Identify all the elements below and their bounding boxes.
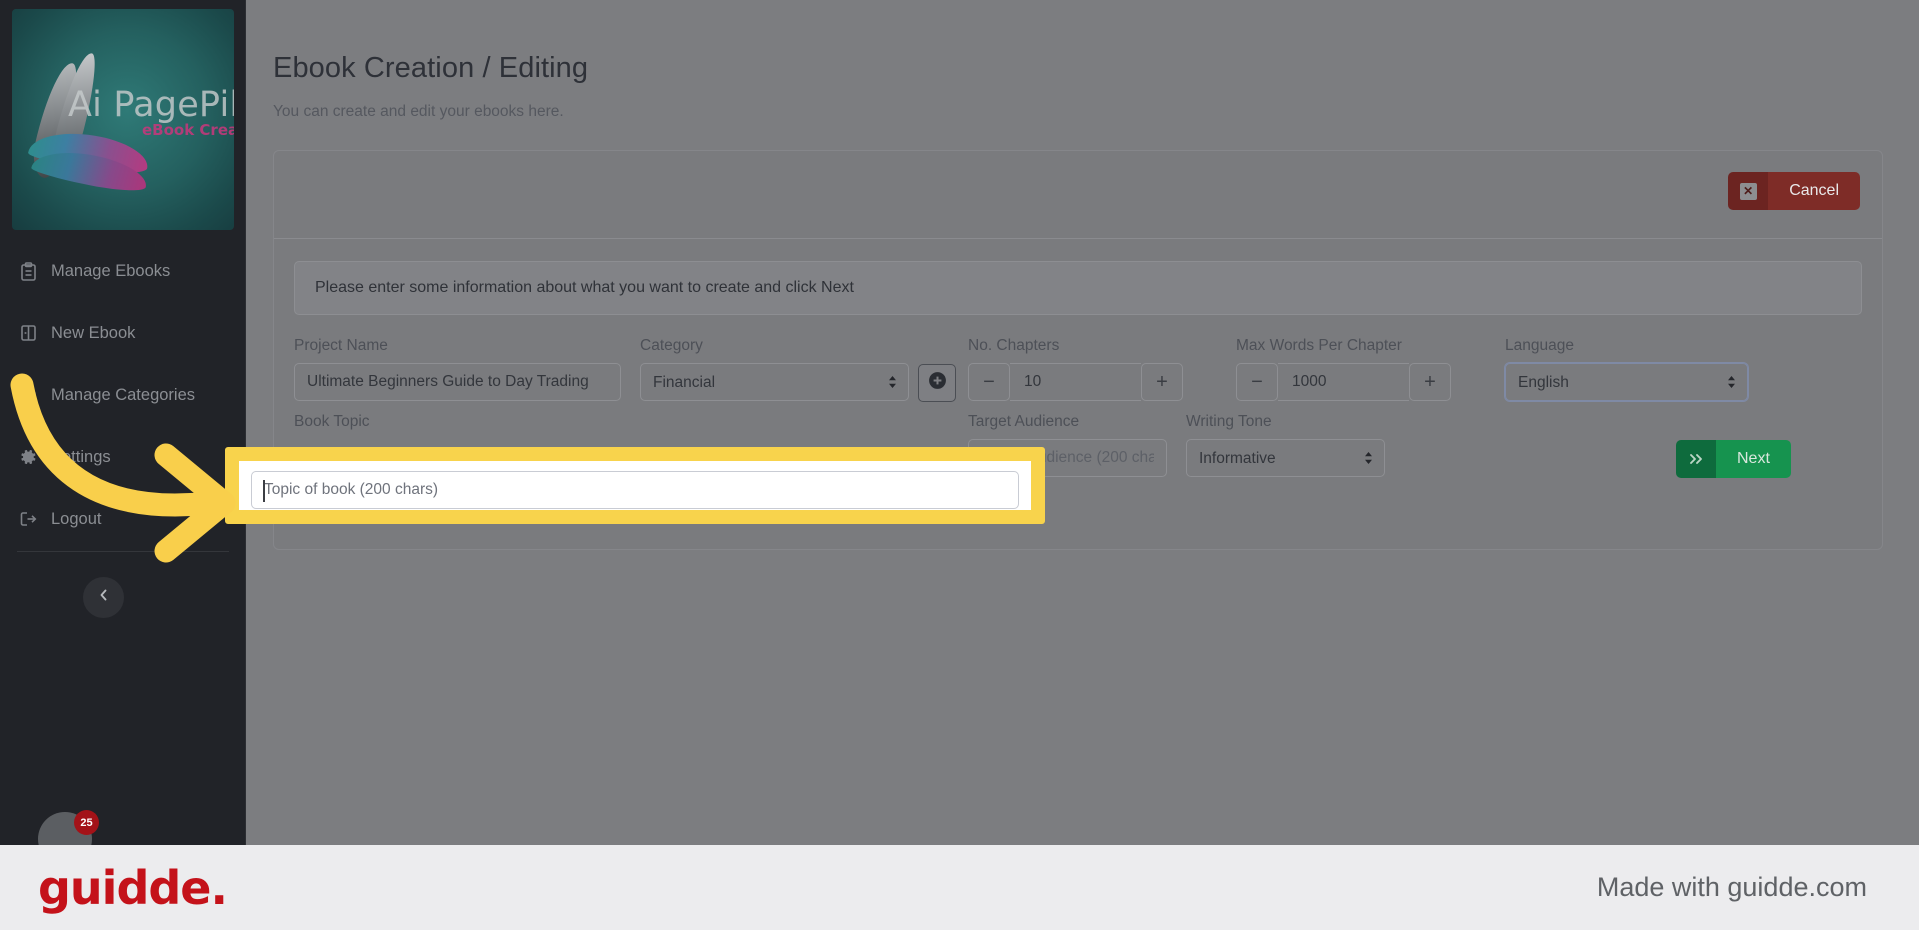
language-select-wrap: English bbox=[1505, 363, 1748, 401]
guidde-logo: guidde. bbox=[38, 860, 228, 915]
text-caret bbox=[263, 480, 265, 502]
no-chapters-stepper: − 10 + bbox=[968, 363, 1183, 401]
field-label: Category bbox=[640, 337, 703, 354]
book-icon bbox=[17, 323, 39, 343]
add-category-button[interactable] bbox=[918, 364, 956, 402]
next-button[interactable]: Next bbox=[1676, 440, 1791, 478]
cancel-button-label: Cancel bbox=[1768, 172, 1860, 210]
sidebar-item-new-ebook[interactable]: New Ebook bbox=[0, 302, 245, 364]
field-label: Language bbox=[1505, 337, 1574, 354]
language-select[interactable]: English bbox=[1505, 363, 1748, 401]
no-chapters-decrement-button[interactable]: − bbox=[968, 363, 1010, 401]
page-subtitle: You can create and edit your ebooks here… bbox=[273, 103, 564, 120]
folder-icon bbox=[17, 385, 39, 405]
avatar-badge: 25 bbox=[74, 810, 99, 835]
sidebar-item-label: Logout bbox=[51, 509, 102, 528]
field-label: Max Words Per Chapter bbox=[1236, 337, 1402, 354]
max-words-stepper: − 1000 + bbox=[1236, 363, 1451, 401]
cancel-button[interactable]: ✕ Cancel bbox=[1728, 172, 1860, 210]
sidebar-item-settings[interactable]: Settings bbox=[0, 426, 245, 488]
main-content: Ebook Creation / Editing You can create … bbox=[225, 0, 1919, 845]
sidebar: Ai PagePilot eBook Creator. Manage Ebook… bbox=[0, 0, 246, 845]
sidebar-collapse-button[interactable] bbox=[83, 577, 124, 618]
field-project-name: Project Name bbox=[294, 337, 621, 401]
field-label: Project Name bbox=[294, 337, 388, 354]
page-title: Ebook Creation / Editing bbox=[273, 52, 589, 84]
sidebar-item-manage-categories[interactable]: Manage Categories bbox=[0, 364, 245, 426]
book-topic-input[interactable]: Topic of book (200 chars) bbox=[251, 471, 1019, 509]
app-shell: Ai PagePilot eBook Creator. Manage Ebook… bbox=[0, 0, 1919, 845]
sidebar-item-label: New Ebook bbox=[51, 323, 136, 342]
screenshot-root: Ai PagePilot eBook Creator. Manage Ebook… bbox=[0, 0, 1919, 930]
max-words-value[interactable]: 1000 bbox=[1278, 363, 1409, 401]
sidebar-item-label: Manage Ebooks bbox=[51, 261, 171, 280]
chevron-left-icon bbox=[97, 587, 110, 608]
field-writing-tone: Writing Tone Informative bbox=[1186, 413, 1385, 477]
field-max-words: Max Words Per Chapter − 1000 + bbox=[1236, 337, 1451, 401]
sidebar-nav: Manage Ebooks New Ebook Manage Categorie… bbox=[0, 240, 245, 550]
made-with-guidde-text: Made with guidde.com bbox=[1596, 872, 1867, 902]
max-words-increment-button[interactable]: + bbox=[1409, 363, 1451, 401]
book-topic-highlight: Topic of book (200 chars) bbox=[225, 447, 1045, 524]
ai-pagepilot-logo[interactable]: Ai PagePilot eBook Creator. bbox=[12, 9, 234, 230]
no-chapters-increment-button[interactable]: + bbox=[1141, 363, 1183, 401]
writing-tone-select[interactable]: Informative bbox=[1186, 439, 1385, 477]
category-select-wrap: Financial bbox=[640, 363, 909, 401]
info-banner-text: Please enter some information about what… bbox=[315, 279, 854, 296]
field-label: Writing Tone bbox=[1186, 413, 1272, 430]
field-book-topic-label: Book Topic bbox=[294, 413, 370, 439]
max-words-decrement-button[interactable]: − bbox=[1236, 363, 1278, 401]
sidebar-item-logout[interactable]: Logout bbox=[0, 488, 245, 550]
sidebar-divider bbox=[17, 551, 229, 552]
field-label: Book Topic bbox=[294, 413, 370, 430]
gear-icon bbox=[17, 447, 39, 467]
field-label: Target Audience bbox=[968, 413, 1080, 430]
close-x-icon: ✕ bbox=[1728, 172, 1769, 210]
category-select[interactable]: Financial bbox=[640, 363, 909, 401]
double-chevron-right-icon bbox=[1676, 440, 1716, 478]
next-button-label: Next bbox=[1716, 440, 1791, 478]
logo-subtitle: eBook Creator. bbox=[142, 121, 234, 139]
writing-tone-select-wrap: Informative bbox=[1186, 439, 1385, 477]
field-label: No. Chapters bbox=[968, 337, 1060, 354]
field-language: Language English bbox=[1505, 337, 1748, 401]
clipboard-icon bbox=[17, 261, 39, 281]
info-banner: Please enter some information about what… bbox=[294, 261, 1862, 315]
guidde-footer: guidde. Made with guidde.com bbox=[0, 845, 1919, 930]
circle-plus-icon bbox=[927, 370, 948, 396]
sidebar-item-label: Manage Categories bbox=[51, 385, 196, 404]
logout-icon bbox=[17, 509, 39, 529]
field-category: Category Financial bbox=[640, 337, 967, 402]
card-header: ✕ Cancel bbox=[274, 151, 1882, 239]
field-no-chapters: No. Chapters − 10 + bbox=[968, 337, 1183, 401]
logo-title: Ai PagePilot bbox=[68, 85, 234, 125]
no-chapters-value[interactable]: 10 bbox=[1010, 363, 1141, 401]
book-topic-placeholder: Topic of book (200 chars) bbox=[264, 481, 439, 498]
project-name-input[interactable] bbox=[294, 363, 621, 401]
sidebar-item-label: Settings bbox=[51, 447, 111, 466]
sidebar-item-manage-ebooks[interactable]: Manage Ebooks bbox=[0, 240, 245, 302]
